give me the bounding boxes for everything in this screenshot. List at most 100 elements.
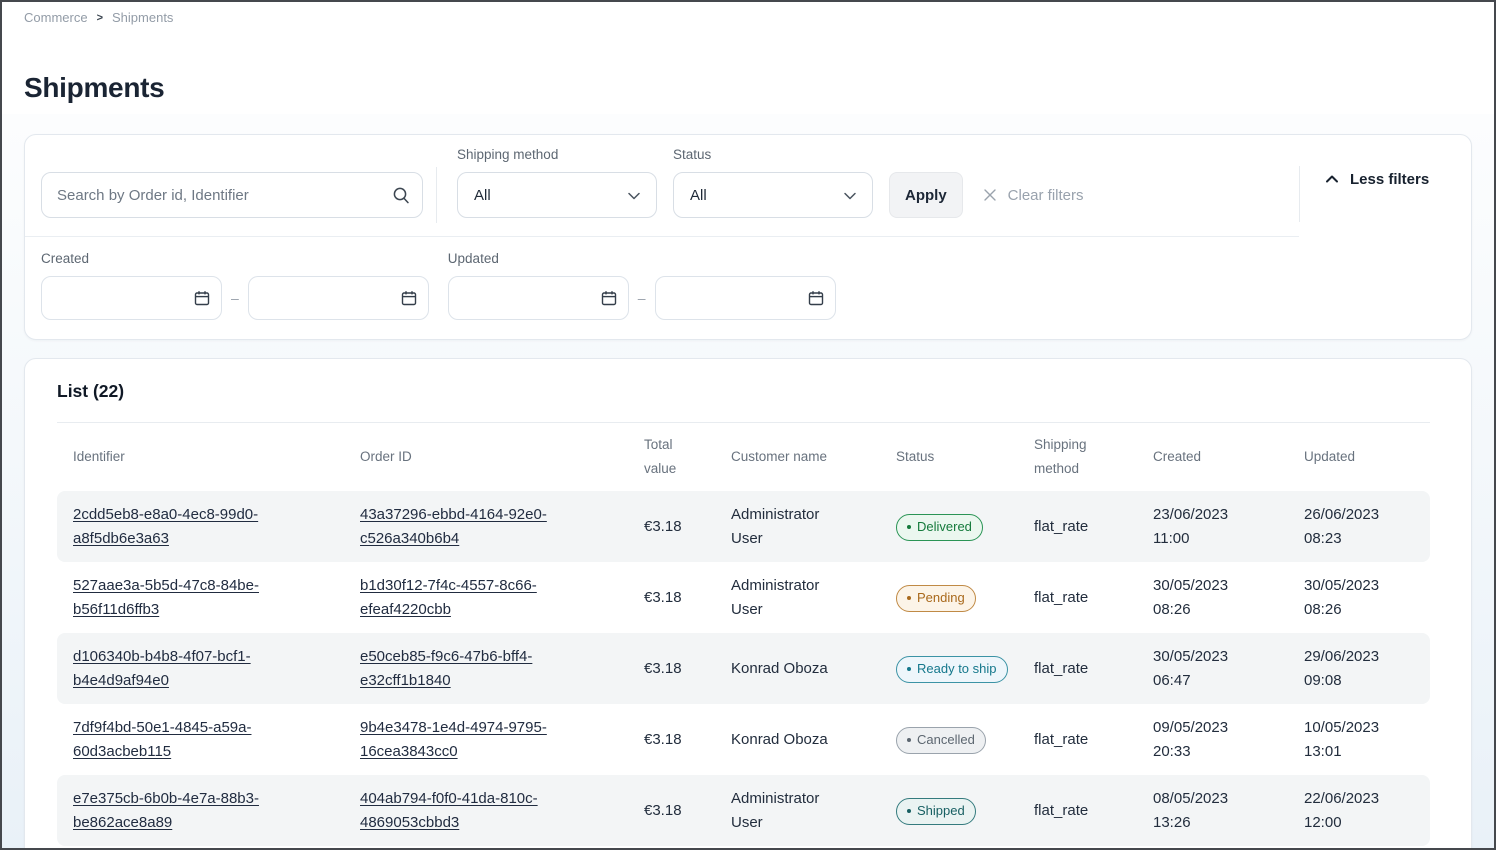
identifier-link[interactable]: 2cdd5eb8-e8a0-4ec8-99d0-a8f5db6e3a63 — [73, 503, 285, 551]
updated-date-filter: Updated — [448, 251, 836, 320]
customer-name-cell: Konrad Oboza — [715, 646, 880, 692]
status-label: Status — [673, 147, 873, 162]
updated-cell: 22/06/202312:00 — [1288, 776, 1430, 846]
shipments-page: Commerce > Shipments Shipments — [0, 0, 1496, 850]
status-value: All — [690, 187, 707, 204]
status-badge: Cancelled — [896, 727, 986, 754]
shipping-method-cell: flat_rate — [1018, 788, 1137, 834]
updated-cell: 26/06/202308:23 — [1288, 492, 1430, 562]
updated-cell: 30/05/202308:26 — [1288, 563, 1430, 633]
customer-name-cell: Administrator User — [715, 492, 880, 562]
status-select[interactable]: All — [673, 172, 873, 218]
created-date-filter: Created — [41, 251, 429, 320]
created-cell: 23/06/202311:00 — [1137, 492, 1288, 562]
status-cell: Ready to ship — [880, 644, 1018, 694]
created-from-field — [41, 276, 222, 320]
identifier-link[interactable]: 527aae3a-5b5d-47c8-84be-b56f11d6ffb3 — [73, 574, 285, 622]
divider — [436, 167, 437, 223]
customer-name-cell: Konrad Oboza — [715, 717, 880, 763]
search-input[interactable] — [41, 172, 423, 218]
identifier-cell: d106340b-b4b8-4f07-bcf1-b4e4d9af94e0 — [57, 634, 344, 704]
status-cell: Pending — [880, 573, 1018, 623]
identifier-link[interactable]: 7df9f4bd-50e1-4845-a59a-60d3acbeb115 — [73, 716, 285, 764]
status-badge: Ready to ship — [896, 656, 1008, 683]
column-header-shipping-method: Shipping method — [1018, 423, 1137, 491]
column-header-identifier: Identifier — [57, 435, 344, 479]
created-to-field — [248, 276, 429, 320]
order-id-cell: e50ceb85-f9c6-47b6-bff4-e32cff1b1840 — [344, 634, 628, 704]
status-cell: Delivered — [880, 502, 1018, 552]
shipping-method-cell: flat_rate — [1018, 504, 1137, 550]
clear-filters-label: Clear filters — [1008, 187, 1084, 204]
search-icon[interactable] — [391, 185, 411, 205]
identifier-cell: 527aae3a-5b5d-47c8-84be-b56f11d6ffb3 — [57, 563, 344, 633]
order-id-cell: b1d30f12-7f4c-4557-8c66-efeaf4220cbb — [344, 563, 628, 633]
apply-button[interactable]: Apply — [889, 172, 963, 218]
filters-row-dates: Created — [25, 237, 1471, 320]
status-dot-icon — [907, 738, 911, 742]
shipping-method-cell: flat_rate — [1018, 717, 1137, 763]
list-heading: List (22) — [57, 381, 1430, 402]
breadcrumb-separator-icon: > — [97, 12, 103, 24]
created-cell: 08/05/202313:26 — [1137, 776, 1288, 846]
chevron-down-icon — [626, 188, 642, 204]
total-value-cell: €3.18 — [628, 646, 715, 692]
order-id-link[interactable]: 404ab794-f0f0-41da-810c-4869053cbbd3 — [360, 787, 572, 835]
order-id-cell: 404ab794-f0f0-41da-810c-4869053cbbd3 — [344, 776, 628, 846]
shipping-method-label: Shipping method — [457, 147, 657, 162]
close-icon — [981, 186, 999, 204]
calendar-icon[interactable] — [807, 289, 825, 307]
updated-from-field — [448, 276, 629, 320]
search-field — [41, 172, 423, 218]
shipping-method-value: All — [474, 187, 491, 204]
order-id-link[interactable]: 43a37296-ebbd-4164-92e0-c526a340b6b4 — [360, 503, 572, 551]
status-badge: Pending — [896, 585, 976, 612]
shipping-method-select[interactable]: All — [457, 172, 657, 218]
status-dot-icon — [907, 596, 911, 600]
breadcrumb-shipments[interactable]: Shipments — [112, 10, 173, 25]
status-cell: Shipped — [880, 786, 1018, 836]
order-id-link[interactable]: 9b4e3478-1e4d-4974-9795-16cea3843cc0 — [360, 716, 572, 764]
status-filter: Status All — [673, 147, 873, 218]
status-dot-icon — [907, 809, 911, 813]
less-filters-button[interactable]: Less filters — [1324, 171, 1429, 188]
status-dot-icon — [907, 525, 911, 529]
created-cell: 30/05/202306:47 — [1137, 634, 1288, 704]
order-id-cell: 43a37296-ebbd-4164-92e0-c526a340b6b4 — [344, 492, 628, 562]
total-value-cell: €3.18 — [628, 575, 715, 621]
page-body: Shipping method All Status All — [2, 114, 1494, 848]
identifier-link[interactable]: d106340b-b4b8-4f07-bcf1-b4e4d9af94e0 — [73, 645, 285, 693]
total-value-cell: €3.18 — [628, 717, 715, 763]
identifier-link[interactable]: e7e375cb-6b0b-4e7a-88b3-be862ace8a89 — [73, 787, 285, 835]
status-badge: Delivered — [896, 514, 983, 541]
table-row: d106340b-b4b8-4f07-bcf1-b4e4d9af94e0 e50… — [57, 633, 1430, 704]
shipping-method-filter: Shipping method All — [457, 147, 657, 218]
order-id-link[interactable]: e50ceb85-f9c6-47b6-bff4-e32cff1b1840 — [360, 645, 572, 693]
clear-filters-button[interactable]: Clear filters — [981, 172, 1084, 218]
created-cell: 30/05/202308:26 — [1137, 563, 1288, 633]
shipping-method-cell: flat_rate — [1018, 646, 1137, 692]
column-header-order-id: Order ID — [344, 435, 628, 479]
table-row: e7e375cb-6b0b-4e7a-88b3-be862ace8a89 404… — [57, 775, 1430, 846]
table-header-row: IdentifierOrder IDTotal valueCustomer na… — [57, 422, 1430, 491]
identifier-cell: 7df9f4bd-50e1-4845-a59a-60d3acbeb115 — [57, 705, 344, 775]
calendar-icon[interactable] — [400, 289, 418, 307]
calendar-icon[interactable] — [600, 289, 618, 307]
customer-name-cell: Administrator User — [715, 776, 880, 846]
breadcrumb: Commerce > Shipments — [24, 10, 173, 25]
calendar-icon[interactable] — [193, 289, 211, 307]
chevron-down-icon — [842, 188, 858, 204]
filters-panel: Shipping method All Status All — [24, 134, 1472, 340]
breadcrumb-commerce[interactable]: Commerce — [24, 10, 88, 25]
chevron-up-icon — [1324, 171, 1340, 187]
created-label: Created — [41, 251, 429, 266]
column-header-total-value: Total value — [628, 423, 715, 491]
shipments-list-panel: List (22) IdentifierOrder IDTotal valueC… — [24, 358, 1472, 850]
identifier-cell: e7e375cb-6b0b-4e7a-88b3-be862ace8a89 — [57, 776, 344, 846]
order-id-link[interactable]: b1d30f12-7f4c-4557-8c66-efeaf4220cbb — [360, 574, 572, 622]
status-cell: Cancelled — [880, 715, 1018, 765]
date-range-dash: – — [638, 290, 646, 306]
date-range-dash: – — [231, 290, 239, 306]
less-filters-region: Less filters — [1299, 135, 1471, 223]
order-id-cell: 9b4e3478-1e4d-4974-9795-16cea3843cc0 — [344, 705, 628, 775]
